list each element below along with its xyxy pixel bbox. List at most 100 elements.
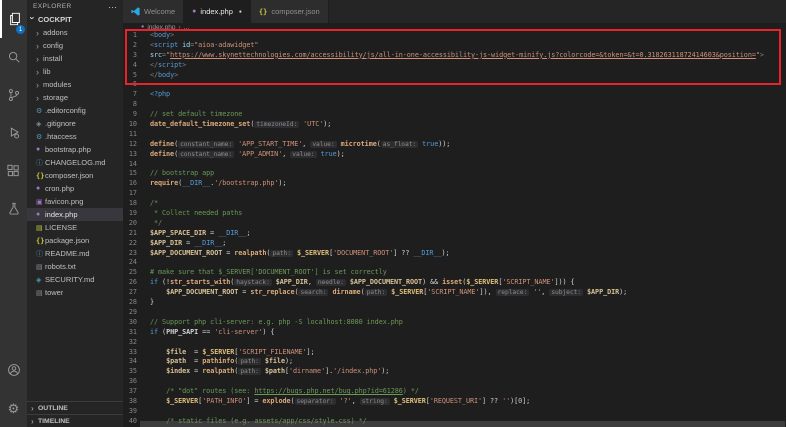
code-line-36[interactable]: 36	[123, 377, 786, 387]
file-item-README.md[interactable]: ⓘREADME.md	[27, 247, 123, 260]
code-line-38[interactable]: 38 $_SERVER['PATH_INFO'] = explode(separ…	[123, 397, 786, 407]
code-line-32[interactable]: 32	[123, 338, 786, 348]
project-root-cockpit[interactable]: › COCKPIT	[27, 13, 123, 26]
file-item-bootstrap.php[interactable]: ●bootstrap.php	[27, 143, 123, 156]
code-line-1[interactable]: 1<body>	[123, 31, 786, 41]
code-line-14[interactable]: 14	[123, 160, 786, 170]
settings-gear-icon[interactable]: ⚙	[0, 389, 27, 427]
code-line-19[interactable]: 19 * Collect needed paths	[123, 209, 786, 219]
code-line-29[interactable]: 29	[123, 308, 786, 318]
folder-item-lib[interactable]: ›lib	[27, 65, 123, 78]
search-icon[interactable]	[0, 38, 27, 76]
folder-item-config[interactable]: ›config	[27, 39, 123, 52]
file-item-index.php[interactable]: ●index.php	[27, 208, 123, 221]
code-line-31[interactable]: 31if (PHP_SAPI == 'cli-server') {	[123, 328, 786, 338]
code-line-6[interactable]: 6	[123, 80, 786, 90]
item-label: .gitignore	[45, 119, 76, 128]
code-line-9[interactable]: 9// set default timezone	[123, 110, 786, 120]
code-line-33[interactable]: 33 $file = $_SERVER['SCRIPT_FILENAME'];	[123, 348, 786, 358]
file-item-SECURITY.md[interactable]: ◈SECURITY.md	[27, 273, 123, 286]
code-line-2[interactable]: 2<script id="aioa-adawidget"	[123, 41, 786, 51]
code-line-11[interactable]: 11	[123, 130, 786, 140]
code-line-15[interactable]: 15// bootstrap app	[123, 169, 786, 179]
line-number: 32	[123, 338, 137, 348]
more-actions-icon[interactable]: ⋯	[108, 4, 117, 10]
file-item-.editorconfig[interactable]: ⚙.editorconfig	[27, 104, 123, 117]
line-number: 34	[123, 357, 137, 367]
testing-icon[interactable]	[0, 190, 27, 228]
code-line-25[interactable]: 25# make sure that $_SERVER['DOCUMENT_RO…	[123, 268, 786, 278]
item-label: composer.json	[45, 171, 93, 180]
code-line-16[interactable]: 16require(__DIR__.'/bootstrap.php');	[123, 179, 786, 189]
code-line-30[interactable]: 30// Support php cli-server: e.g. php -S…	[123, 318, 786, 328]
line-number: 36	[123, 377, 137, 387]
activity-bar: 1 ⚙	[0, 0, 27, 427]
vscode-logo-icon	[131, 7, 140, 16]
run-and-debug-icon[interactable]	[0, 114, 27, 152]
code-line-22[interactable]: 22$APP_DIR = __DIR__;	[123, 239, 786, 249]
file-item-package.json[interactable]: {}package.json	[27, 234, 123, 247]
code-line-21[interactable]: 21$APP_SPACE_DIR = __DIR__;	[123, 229, 786, 239]
code-line-28[interactable]: 28}	[123, 298, 786, 308]
code-line-4[interactable]: 4</script>	[123, 61, 786, 71]
file-item-.htaccess[interactable]: ⚙.htaccess	[27, 130, 123, 143]
breadcrumb[interactable]: ● index.php › ...	[123, 23, 786, 31]
code-line-35[interactable]: 35 $index = realpath(path: $path['dirnam…	[123, 367, 786, 377]
code-line-3[interactable]: 3src="https://www.skynettechnologies.com…	[123, 51, 786, 61]
tab-Welcome[interactable]: Welcome	[123, 0, 184, 23]
code-line-10[interactable]: 10date_default_timezone_set(timezoneId: …	[123, 120, 786, 130]
tab-composer.json[interactable]: {}composer.json	[251, 0, 329, 23]
file-item-robots.txt[interactable]: ▤robots.txt	[27, 260, 123, 273]
code-line-17[interactable]: 17	[123, 189, 786, 199]
code-line-5[interactable]: 5</body>	[123, 71, 786, 81]
file-item-composer.json[interactable]: {}composer.json	[27, 169, 123, 182]
file-item-cron.php[interactable]: ●cron.php	[27, 182, 123, 195]
code-line-24[interactable]: 24	[123, 258, 786, 268]
explorer-icon[interactable]: 1	[0, 0, 27, 38]
code-line-39[interactable]: 39	[123, 407, 786, 417]
code-text: </script>	[150, 61, 186, 71]
code-line-27[interactable]: 27 $APP_DOCUMENT_ROOT = str_replace(sear…	[123, 288, 786, 298]
horizontal-scrollbar[interactable]	[140, 421, 785, 427]
item-label: addons	[43, 28, 68, 37]
code-line-20[interactable]: 20 */	[123, 219, 786, 229]
code-editor[interactable]: 1<body>2<script id="aioa-adawidget"3src=…	[123, 31, 786, 427]
folder-item-storage[interactable]: ›storage	[27, 91, 123, 104]
file-item-.gitignore[interactable]: ◈.gitignore	[27, 117, 123, 130]
chevron-right-icon: ›	[31, 417, 38, 426]
line-number: 15	[123, 169, 137, 179]
folder-item-addons[interactable]: ›addons	[27, 26, 123, 39]
folder-item-modules[interactable]: ›modules	[27, 78, 123, 91]
code-line-23[interactable]: 23$APP_DOCUMENT_ROOT = realpath(path: $_…	[123, 249, 786, 259]
code-text: </body>	[150, 71, 178, 81]
json-icon: {}	[36, 172, 45, 180]
code-line-26[interactable]: 26if (!str_starts_with(haystack: $APP_DI…	[123, 278, 786, 288]
line-number: 40	[123, 417, 137, 427]
tab-label: Welcome	[144, 7, 175, 16]
item-label: README.md	[45, 249, 90, 258]
folder-item-install[interactable]: ›install	[27, 52, 123, 65]
code-line-12[interactable]: 12define(constant_name: 'APP_START_TIME'…	[123, 140, 786, 150]
code-line-18[interactable]: 18/*	[123, 199, 786, 209]
code-line-13[interactable]: 13define(constant_name: 'APP_ADMIN', val…	[123, 150, 786, 160]
line-number: 27	[123, 288, 137, 298]
line-number: 31	[123, 328, 137, 338]
line-number: 2	[123, 41, 137, 51]
code-line-7[interactable]: 7<?php	[123, 90, 786, 100]
timeline-section[interactable]: › TIMELINE	[27, 414, 123, 427]
php-icon: ●	[36, 185, 45, 192]
account-icon[interactable]	[0, 351, 27, 389]
tab-index.php[interactable]: ●index.php●	[184, 0, 251, 23]
code-line-37[interactable]: 37 /* "dot" routes (see: https://bugs.ph…	[123, 387, 786, 397]
file-item-tower[interactable]: ▤tower	[27, 286, 123, 299]
file-item-CHANGELOG.md[interactable]: ⓘCHANGELOG.md	[27, 156, 123, 169]
code-line-34[interactable]: 34 $path = pathinfo(path: $file);	[123, 357, 786, 367]
outline-section[interactable]: › OUTLINE	[27, 401, 123, 414]
item-label: modules	[43, 80, 71, 89]
file-item-LICENSE[interactable]: ▤LICENSE	[27, 221, 123, 234]
file-item-favicon.png[interactable]: ▣favicon.png	[27, 195, 123, 208]
code-line-8[interactable]: 8	[123, 100, 786, 110]
source-control-icon[interactable]	[0, 76, 27, 114]
item-label: SECURITY.md	[45, 275, 94, 284]
extensions-icon[interactable]	[0, 152, 27, 190]
